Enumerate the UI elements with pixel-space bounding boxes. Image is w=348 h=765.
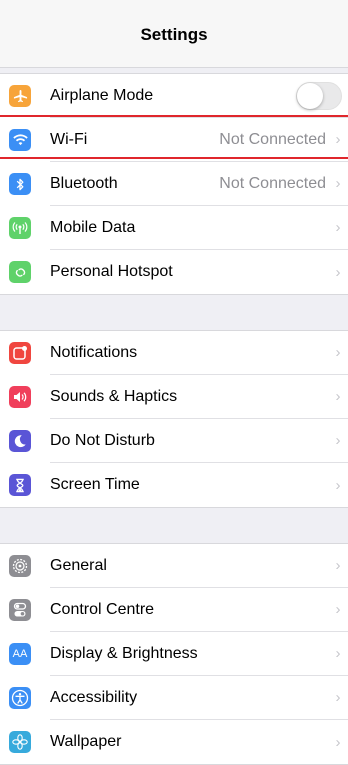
speaker-icon xyxy=(9,386,31,408)
switches-icon xyxy=(9,599,31,621)
row-label: Do Not Disturb xyxy=(50,431,155,449)
row-content: Screen Time › xyxy=(50,463,348,507)
chevron-right-icon: › xyxy=(335,388,341,405)
row-sounds-haptics[interactable]: Sounds & Haptics › xyxy=(0,375,348,419)
settings-group: General › Control Centre › AA Display & Brigh… xyxy=(0,543,348,765)
row-content: Sounds & Haptics › xyxy=(50,375,348,419)
row-display-brightness[interactable]: AA Display & Brightness › xyxy=(0,632,348,676)
row-content: Control Centre › xyxy=(50,588,348,632)
chevron-right-icon: › xyxy=(335,263,341,281)
row-content: Do Not Disturb › xyxy=(50,419,348,463)
row-label: Mobile Data xyxy=(50,218,136,236)
gear-icon xyxy=(9,555,31,577)
chevron-right-icon: › xyxy=(335,601,341,618)
chevron-right-icon: › xyxy=(335,557,341,574)
row-content: Wallpaper › xyxy=(50,720,348,764)
chevron-right-icon: › xyxy=(335,689,341,706)
row-content: Mobile Data › xyxy=(50,206,348,250)
moon-icon xyxy=(9,430,31,452)
row-label: Accessibility xyxy=(50,688,138,706)
chevron-right-icon: › xyxy=(335,219,341,236)
row-bluetooth[interactable]: Bluetooth Not Connected › xyxy=(0,162,348,206)
hotspot-icon xyxy=(9,261,31,283)
row-label: Wallpaper xyxy=(50,733,122,750)
chevron-right-icon: › xyxy=(335,733,341,751)
chevron-right-icon: › xyxy=(335,645,341,662)
text-size-icon: AA xyxy=(9,643,31,665)
navigation-bar: Settings xyxy=(0,0,348,68)
row-mobile-data[interactable]: Mobile Data › xyxy=(0,206,348,250)
chevron-right-icon: › xyxy=(335,344,341,361)
row-wifi[interactable]: Wi-Fi Not Connected › xyxy=(0,118,348,162)
row-label: Display & Brightness xyxy=(50,644,198,662)
hourglass-icon xyxy=(9,474,31,496)
row-label: Screen Time xyxy=(50,476,140,493)
row-label: Sounds & Haptics xyxy=(50,387,178,405)
row-label: Notifications xyxy=(50,343,138,361)
row-label: Personal Hotspot xyxy=(50,263,173,280)
airplane-icon xyxy=(9,85,31,107)
flower-icon xyxy=(9,731,31,753)
wifi-highlight-bottom-line xyxy=(0,157,348,159)
chevron-right-icon: › xyxy=(335,175,341,192)
toggle-knob xyxy=(297,82,323,109)
notifications-icon xyxy=(9,342,31,364)
row-label: Wi-Fi xyxy=(50,130,88,148)
row-label: Airplane Mode xyxy=(50,86,154,104)
row-content: Bluetooth Not Connected › xyxy=(50,162,348,206)
row-accessibility[interactable]: Accessibility › xyxy=(0,676,348,720)
settings-group: Notifications › Sounds & Haptics › Do Not Di… xyxy=(0,330,348,508)
row-notifications[interactable]: Notifications › xyxy=(0,331,348,375)
row-airplane-mode[interactable]: Airplane Mode xyxy=(0,74,348,118)
row-screen-time[interactable]: Screen Time › xyxy=(0,463,348,507)
row-value: Not Connected xyxy=(219,174,326,192)
airplane-mode-toggle[interactable] xyxy=(296,81,342,110)
row-label: General xyxy=(50,556,107,574)
row-content: Notifications › xyxy=(50,331,348,375)
row-content: Accessibility › xyxy=(50,676,348,720)
row-content: Wi-Fi Not Connected › xyxy=(50,118,348,162)
row-personal-hotspot[interactable]: Personal Hotspot › xyxy=(0,250,348,294)
accessibility-icon xyxy=(9,687,31,709)
row-control-centre[interactable]: Control Centre › xyxy=(0,588,348,632)
row-value: Not Connected xyxy=(219,130,326,148)
page-title: Settings xyxy=(140,25,208,44)
chevron-right-icon: › xyxy=(335,432,341,449)
row-content: General › xyxy=(50,544,348,588)
row-content: Personal Hotspot › xyxy=(50,250,348,294)
row-wallpaper[interactable]: Wallpaper › xyxy=(0,720,348,764)
antenna-icon xyxy=(9,217,31,239)
row-do-not-disturb[interactable]: Do Not Disturb › xyxy=(0,419,348,463)
wifi-icon xyxy=(9,129,31,151)
chevron-right-icon: › xyxy=(335,476,341,494)
row-content: Display & Brightness › xyxy=(50,632,348,676)
settings-list: Airplane Mode Wi-Fi Not Connected › Bluetoot… xyxy=(0,68,348,765)
row-content: Airplane Mode xyxy=(50,74,348,118)
bluetooth-icon xyxy=(9,173,31,195)
row-label: Control Centre xyxy=(50,600,155,618)
row-general[interactable]: General › xyxy=(0,544,348,588)
settings-group: Airplane Mode Wi-Fi Not Connected › Bluetoot… xyxy=(0,73,348,295)
wifi-highlight-top-line xyxy=(0,115,348,117)
chevron-right-icon: › xyxy=(335,131,341,148)
row-label: Bluetooth xyxy=(50,174,118,192)
